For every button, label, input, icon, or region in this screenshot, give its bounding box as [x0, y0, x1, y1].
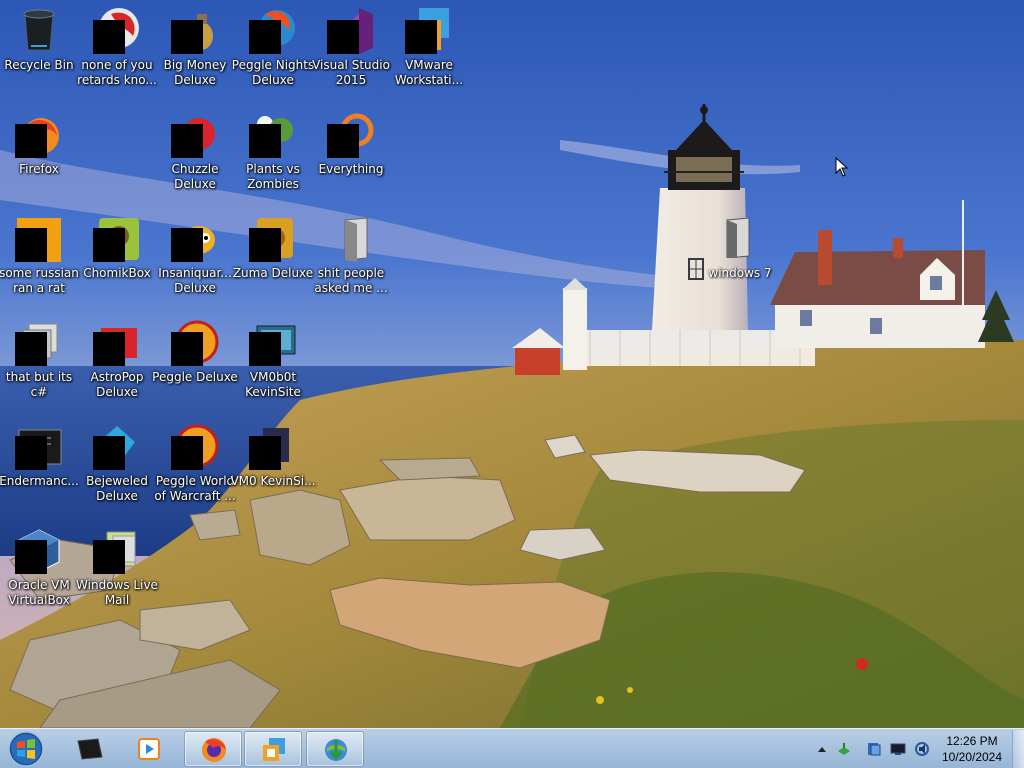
- download-manager-icon: [325, 739, 347, 761]
- volume-icon[interactable]: [914, 741, 930, 757]
- redacted-overlay: [249, 332, 281, 366]
- desktop-icon-everything[interactable]: Everything: [312, 104, 390, 204]
- media-player-icon: [138, 738, 160, 760]
- desktop-icon-big-money-deluxe[interactable]: Big Money Deluxe: [156, 0, 234, 100]
- redacted-overlay: [93, 20, 125, 54]
- taskbar: 12:26 PM 10/20/2024: [0, 728, 1024, 768]
- redacted-overlay: [249, 436, 281, 470]
- redacted-overlay: [171, 228, 203, 262]
- show-desktop-button[interactable]: [1012, 730, 1024, 768]
- desktop-icon-firefox[interactable]: Firefox: [0, 104, 78, 204]
- desktop-icon-plants-vs-zombies[interactable]: Plants vs Zombies: [234, 104, 312, 204]
- desktop-icon-oracle-vm-virtualbox[interactable]: Oracle VM VirtualBox: [0, 520, 78, 620]
- redacted-overlay: [15, 436, 47, 470]
- redacted-overlay: [93, 332, 125, 366]
- clock-date: 10/20/2024: [941, 750, 1003, 764]
- redacted-overlay: [15, 228, 47, 262]
- recycle-bin-icon: [15, 6, 63, 54]
- redacted-overlay: [249, 124, 281, 158]
- desktop-icon-peggle-nights-deluxe[interactable]: Peggle Nights Deluxe: [232, 0, 314, 100]
- desktop-icon-recycle-bin[interactable]: Recycle Bin: [0, 0, 78, 100]
- redacted-overlay: [93, 540, 125, 574]
- redacted-overlay: [15, 124, 47, 158]
- desktop-icon-vm0-kevinsi[interactable]: VM0 KevinSi...: [230, 416, 316, 516]
- firefox-icon: [202, 738, 226, 762]
- desktop-icon-vm0b0t-kevinsite[interactable]: VM0b0t KevinSite: [234, 312, 312, 412]
- security-icon[interactable]: [866, 741, 882, 757]
- taskbar-vmware-button[interactable]: [244, 731, 302, 767]
- taskbar-terminal-button[interactable]: [60, 731, 118, 767]
- desktop-icon-insaniquarium-deluxe[interactable]: Insaniquar... Deluxe: [156, 208, 234, 308]
- taskbar-download-manager-button[interactable]: [306, 731, 364, 767]
- redacted-overlay: [327, 20, 359, 54]
- redacted-overlay: [249, 228, 281, 262]
- redacted-overlay: [171, 436, 203, 470]
- redacted-overlay: [93, 228, 125, 262]
- desktop-icon-peggle-world-of-warcraft[interactable]: Peggle World of Warcraft ...: [154, 416, 236, 516]
- desktop-icon-that-but-its-csharp[interactable]: that but its c#: [0, 312, 78, 412]
- folder-icon: [327, 214, 375, 262]
- desktop-icon-endermanc[interactable]: Endermanc...: [0, 416, 79, 516]
- desktop-icon-astropop-deluxe[interactable]: AstroPop Deluxe: [78, 312, 156, 412]
- redacted-overlay: [327, 124, 359, 158]
- redacted-overlay: [405, 20, 437, 54]
- redacted-overlay: [15, 332, 47, 366]
- desktop-icon-peggle-deluxe[interactable]: Peggle Deluxe: [152, 312, 238, 412]
- desktop-icon-shit-people-asked-me[interactable]: shit people asked me ...: [312, 208, 390, 308]
- redacted-overlay: [171, 124, 203, 158]
- redacted-overlay: [171, 332, 203, 366]
- desktop-icon-windows-live-mail[interactable]: Windows Live Mail: [76, 520, 158, 620]
- redacted-overlay: [171, 20, 203, 54]
- redacted-overlay: [15, 540, 47, 574]
- desktop-icon-vmware-workstation[interactable]: VMware Workstati...: [390, 0, 468, 100]
- taskbar-media-player-button[interactable]: [120, 731, 178, 767]
- chevron-up-icon[interactable]: [814, 741, 830, 757]
- redacted-overlay: [249, 20, 281, 54]
- clock-time: 12:26 PM: [946, 734, 998, 748]
- system-clock[interactable]: 12:26 PM 10/20/2024: [934, 733, 1010, 765]
- desktop-icon-none-of-you[interactable]: none of you retards kno...: [77, 0, 157, 100]
- network-icon[interactable]: [836, 741, 852, 757]
- vmware-icon: [263, 738, 285, 761]
- redacted-overlay: [93, 436, 125, 470]
- terminal-icon: [77, 738, 103, 760]
- desktop-icon-visual-studio-2015[interactable]: Visual Studio 2015: [312, 0, 390, 100]
- desktop-icon-chuzzle-deluxe[interactable]: Chuzzle Deluxe: [156, 104, 234, 204]
- desktop-icon-some-russian-ran-a-rat[interactable]: e some russian ran a rat: [0, 208, 79, 308]
- desktop-icon-zuma-deluxe[interactable]: Zuma Deluxe: [233, 208, 313, 308]
- monitor-icon[interactable]: [890, 741, 906, 757]
- document-icon: [726, 218, 750, 258]
- desktop-icon-chomikbox[interactable]: ChomikBox: [78, 208, 156, 308]
- windows-start-icon[interactable]: [4, 730, 48, 768]
- mouse-cursor-icon: [835, 157, 849, 177]
- taskbar-firefox-button[interactable]: [184, 731, 242, 767]
- desktop-icon-bejeweled-deluxe[interactable]: Bejeweled Deluxe: [78, 416, 156, 516]
